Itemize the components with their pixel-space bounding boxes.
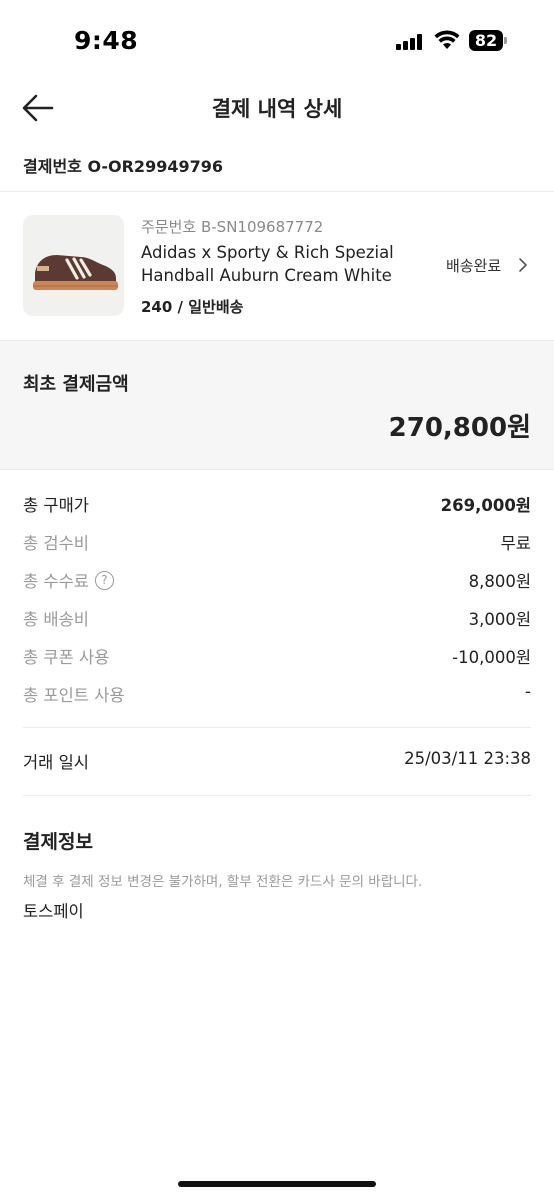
fee-label: 총 배송비 bbox=[23, 610, 89, 629]
fee-label-with-help: 총 수수료 ? bbox=[23, 568, 114, 592]
product-image bbox=[23, 215, 124, 316]
payment-info-title: 결제정보 bbox=[23, 831, 93, 853]
fee-label: 총 수수료 bbox=[23, 572, 89, 591]
payment-number: 결제번호 O-OR29949796 bbox=[23, 153, 223, 177]
fee-breakdown: 총 구매가 269,000원 총 검수비 무료 총 수수료 ? 8,800원 총… bbox=[23, 485, 531, 713]
payment-number-label: 결제번호 bbox=[23, 157, 82, 176]
wifi-icon bbox=[434, 30, 460, 49]
divider bbox=[23, 795, 531, 796]
battery-icon: 82 bbox=[469, 30, 507, 51]
product-name-line: Handball Auburn Cream White bbox=[141, 266, 392, 285]
fee-value: 269,000원 bbox=[440, 496, 531, 515]
fee-label: 총 구매가 bbox=[23, 496, 89, 515]
divider bbox=[23, 727, 531, 728]
product-name: Adidas x Sporty & Rich Spezial Handball … bbox=[141, 241, 431, 287]
payment-number-value: O-OR29949796 bbox=[87, 157, 223, 176]
battery-level: 82 bbox=[469, 30, 503, 51]
payment-method: 토스페이 bbox=[23, 902, 84, 921]
product-name-line: Adidas x Sporty & Rich Spezial bbox=[141, 243, 394, 262]
nav-bar: 결제 내역 상세 bbox=[0, 80, 554, 136]
status-time: 9:48 bbox=[74, 26, 139, 55]
status-bar: 9:48 82 bbox=[0, 0, 554, 80]
fee-label: 총 검수비 bbox=[23, 534, 89, 553]
order-sku: 주문번호 B-SN109687772 bbox=[141, 218, 324, 236]
fee-row-commission: 총 수수료 ? 8,800원 bbox=[23, 561, 531, 599]
fee-value: 8,800원 bbox=[468, 572, 531, 591]
trade-date-value: 25/03/11 23:38 bbox=[404, 749, 531, 768]
fee-value: 3,000원 bbox=[468, 610, 531, 629]
fee-label: 총 포인트 사용 bbox=[23, 686, 125, 705]
trade-date-label: 거래 일시 bbox=[23, 753, 89, 772]
fee-row-total-price: 총 구매가 269,000원 bbox=[23, 485, 531, 523]
fee-row-inspection: 총 검수비 무료 bbox=[23, 523, 531, 561]
fee-value: 무료 bbox=[500, 534, 531, 553]
fee-row-points: 총 포인트 사용 - bbox=[23, 675, 531, 713]
fee-label: 총 쿠폰 사용 bbox=[23, 648, 110, 667]
delivery-status[interactable]: 배송완료 bbox=[446, 255, 501, 276]
home-indicator[interactable] bbox=[178, 1181, 376, 1187]
fee-row-coupon: 총 쿠폰 사용 -10,000원 bbox=[23, 637, 531, 675]
fee-value: -10,000원 bbox=[452, 648, 531, 667]
cellular-signal-icon bbox=[396, 34, 424, 50]
fee-value: - bbox=[525, 682, 531, 701]
page-title: 결제 내역 상세 bbox=[211, 97, 343, 121]
fee-row-shipping: 총 배송비 3,000원 bbox=[23, 599, 531, 637]
product-option: 240 / 일반배송 bbox=[141, 298, 244, 316]
product-card[interactable]: 주문번호 B-SN109687772 Adidas x Sporty & Ric… bbox=[0, 192, 554, 340]
chevron-right-icon[interactable] bbox=[516, 256, 530, 274]
trade-date-row: 거래 일시 25/03/11 23:38 bbox=[23, 743, 531, 779]
initial-payment-amount: 270,800원 bbox=[388, 413, 531, 443]
initial-payment-label: 최초 결제금액 bbox=[23, 374, 129, 395]
initial-payment-summary: 최초 결제금액 270,800원 bbox=[0, 340, 554, 470]
help-icon[interactable]: ? bbox=[94, 570, 114, 590]
payment-info-notice: 체결 후 결제 정보 변경은 불가하며, 할부 전환은 카드사 문의 바랍니다. bbox=[23, 874, 423, 890]
